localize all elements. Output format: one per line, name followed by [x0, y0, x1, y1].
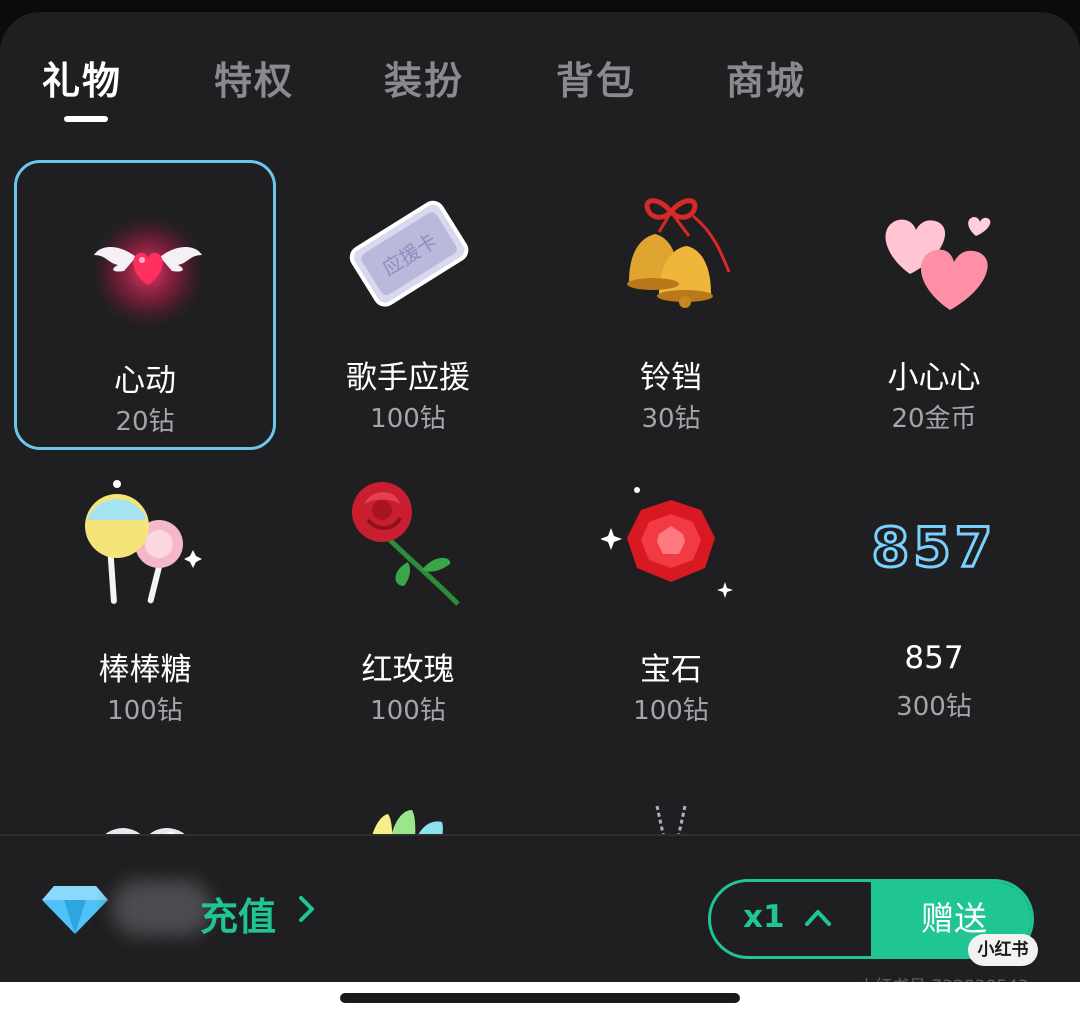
gift-name: 857	[904, 640, 964, 676]
neon-text: 857	[872, 516, 997, 579]
lollipop-icon	[85, 480, 202, 604]
active-tab-indicator	[64, 116, 108, 122]
tab-gifts[interactable]: 礼物	[42, 50, 122, 105]
gift-price: 100钻	[370, 404, 446, 434]
tab-backpack[interactable]: 背包	[556, 50, 636, 105]
star-banner-icon	[864, 766, 1004, 835]
gift-price: 100钻	[107, 696, 183, 726]
watermark-badge: 小红书	[968, 934, 1038, 966]
gift-price: 100钻	[370, 696, 446, 726]
tab-outfits[interactable]: 装扮	[384, 50, 464, 105]
gift-item-little-hearts[interactable]: 小心心 20金币	[803, 160, 1065, 450]
hearts-icon	[885, 217, 991, 310]
gift-name: 宝石	[640, 652, 702, 688]
gift-item-lollipop[interactable]: 棒棒糖 100钻	[14, 452, 276, 742]
recharge-link[interactable]: 充值	[200, 886, 276, 941]
tab-privileges[interactable]: 特权	[214, 50, 294, 105]
winged-heart-icon	[86, 203, 210, 325]
gift-name: 铃铛	[640, 360, 702, 396]
gem-icon	[601, 487, 733, 598]
gift-price: 30钻	[641, 404, 701, 434]
tab-store[interactable]: 商城	[726, 50, 806, 105]
gift-name: 棒棒糖	[98, 652, 192, 688]
home-indicator[interactable]	[340, 993, 740, 1003]
gift-grid: 心动 20钻 应援卡 歌手应援 100钻 铃铛 30钻 小心心 20金币 棒棒糖…	[0, 147, 1080, 835]
balance-blurred	[112, 880, 212, 936]
hand-fan-icon	[372, 810, 443, 835]
gift-price: 300钻	[896, 692, 972, 722]
rose-icon	[352, 482, 460, 606]
gift-name: 红玫瑰	[361, 652, 455, 688]
gift-price: 20钻	[115, 407, 175, 437]
tab-bar: 礼物 特权 装扮 背包 商城	[0, 12, 1080, 142]
bottom-bar: 充值 x1 赠送	[0, 836, 1080, 982]
gift-item-red-rose[interactable]: 红玫瑰 100钻	[277, 452, 539, 742]
gift-item-partial[interactable]	[803, 744, 1065, 835]
gift-item-heartbeat[interactable]: 心动 20钻	[14, 160, 276, 450]
gift-item-singer-support[interactable]: 应援卡 歌手应援 100钻	[277, 160, 539, 450]
chevron-right-icon[interactable]	[296, 894, 318, 924]
gift-item-bells[interactable]: 铃铛 30钻	[540, 160, 802, 450]
neon-857-icon: 857	[870, 515, 997, 581]
quantity-selector[interactable]: x1	[711, 882, 871, 956]
gift-price: 100钻	[633, 696, 709, 726]
diamond-icon	[42, 886, 108, 934]
support-card-icon: 应援卡	[349, 200, 469, 307]
mask-icon	[104, 828, 186, 835]
bells-icon	[627, 198, 731, 308]
gift-price: 20金币	[891, 404, 977, 434]
home-indicator-area	[0, 982, 1080, 1022]
gift-name: 小心心	[887, 360, 981, 396]
necklace-icon	[655, 805, 687, 835]
gift-name: 歌手应援	[346, 360, 470, 396]
gift-item-partial[interactable]	[14, 744, 276, 835]
quantity-label: x1	[743, 899, 785, 935]
gift-panel: 礼物 特权 装扮 背包 商城 心动 20钻 应援卡 歌手应援 100钻 铃铛 3…	[0, 12, 1080, 982]
gift-item-partial[interactable]	[540, 744, 802, 835]
gift-item-857[interactable]: 857 857 300钻	[803, 452, 1065, 742]
gift-item-gem[interactable]: 宝石 100钻	[540, 452, 802, 742]
gift-item-partial[interactable]	[277, 744, 539, 835]
chevron-up-icon	[805, 910, 831, 926]
gift-name: 心动	[114, 363, 176, 399]
